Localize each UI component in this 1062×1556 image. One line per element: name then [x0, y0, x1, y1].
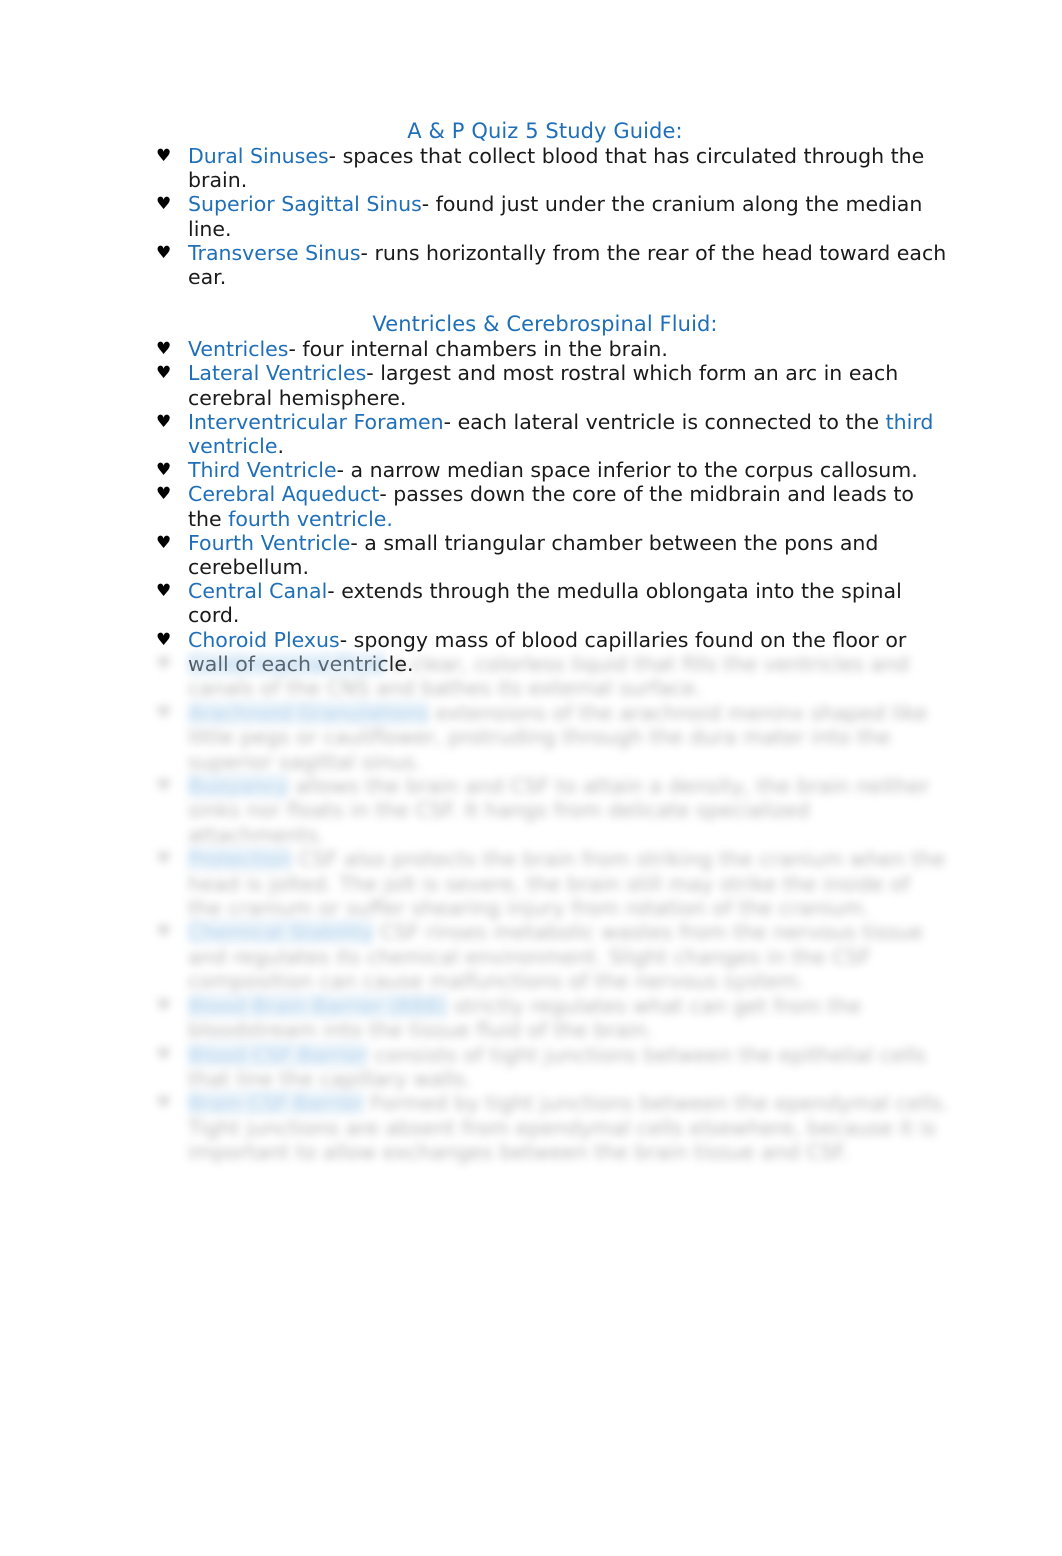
obscured-content-region: ♥ Cerebrospinal Fluid a clear, colorless…	[150, 652, 950, 1165]
heart-bullet-icon: ♥	[156, 411, 172, 432]
term-label: Transverse Sinus	[188, 240, 361, 265]
heart-bullet-icon: ♥	[156, 363, 172, 384]
term-label: Lateral Ventricles	[188, 361, 367, 386]
definition-text: allows the brain and CSF to attain a den…	[188, 774, 930, 847]
list-item: ♥ Blood CSF Barrier consists of tight ju…	[150, 1042, 950, 1092]
list-item: ♥ Ventricles- four internal chambers in …	[150, 337, 950, 361]
term-label: Central Canal	[188, 579, 328, 604]
term-label: Protection	[188, 847, 292, 872]
list-item: ♥ Third Ventricle- a narrow median space…	[150, 458, 950, 482]
list-item: ♥ Arachnoid Granulations extensions of t…	[150, 700, 950, 774]
heart-bullet-icon: ♥	[156, 776, 172, 797]
obscured-list: ♥ Cerebrospinal Fluid a clear, colorless…	[150, 652, 950, 1165]
term-label: Choroid Plexus	[188, 627, 340, 652]
list-item: ♥ Central Canal- extends through the med…	[150, 579, 950, 627]
heart-bullet-icon: ♥	[156, 194, 172, 215]
list-item: ♥ Buoyancy allows the brain and CSF to a…	[150, 774, 950, 847]
section-2-list: ♥ Ventricles- four internal chambers in …	[150, 337, 950, 676]
definition-text: strictly regulates what can get from the…	[188, 993, 862, 1043]
heart-bullet-icon: ♥	[156, 532, 172, 553]
term-label: Dural Sinuses	[188, 144, 329, 168]
heart-bullet-icon: ♥	[156, 922, 172, 943]
definition-text: CSF also protects the brain from strikin…	[188, 847, 946, 921]
list-item: ♥ Protection CSF also protects the brain…	[150, 847, 950, 920]
heart-bullet-icon: ♥	[156, 629, 172, 650]
heart-bullet-icon: ♥	[156, 460, 172, 481]
heart-bullet-icon: ♥	[156, 339, 172, 360]
list-item: ♥ Chemical Stability CSF rinses metaboli…	[150, 920, 950, 993]
heart-bullet-icon: ♥	[156, 146, 172, 166]
list-item: ♥ Lateral Ventricles- largest and most r…	[150, 361, 950, 409]
term-label: Ventricles	[188, 337, 289, 362]
definition-text: CSF rinses metabolic wastes from the ner…	[188, 920, 924, 994]
list-item: ♥ Fourth Ventricle- a small triangular c…	[150, 531, 950, 579]
list-item: ♥ Superior Sagittal Sinus- found just un…	[150, 192, 950, 240]
heart-bullet-icon: ♥	[156, 242, 172, 263]
definition-tail: .	[277, 434, 285, 459]
list-item: ♥ Choroid Plexus- spongy mass of blood c…	[150, 628, 950, 676]
list-item: ♥ Interventricular Foramen- each lateral…	[150, 410, 950, 458]
definition-text: consists of tight junctions between the …	[188, 1042, 926, 1091]
definition-text: - each lateral ventricle is connected to…	[443, 409, 886, 434]
definition-text: extensions of the arachnoid meninx shape…	[188, 700, 928, 774]
heart-bullet-icon: ♥	[156, 484, 172, 505]
definition-text: - four internal chambers in the brain.	[288, 337, 668, 362]
page-title: A & P Quiz 5 Study Guide:	[407, 119, 683, 143]
heart-bullet-icon: ♥	[156, 581, 172, 602]
term-label: Arachnoid Granulations	[188, 700, 430, 725]
heart-bullet-icon: ♥	[156, 1093, 172, 1114]
definition-text: - a narrow median space inferior to the …	[336, 458, 918, 483]
list-item: ♥ Dural Sinuses- spaces that collect blo…	[150, 144, 950, 192]
term-label: Blood CSF Barrier	[188, 1042, 368, 1067]
document-page: A & P Quiz 5 Study Guide: ♥ Dural Sinuse…	[0, 0, 1062, 1556]
term-label: Third Ventricle	[188, 458, 337, 483]
inline-term-link: fourth ventricle.	[228, 506, 393, 531]
term-label: Superior Sagittal Sinus	[188, 192, 422, 217]
term-label: Chemical Stability	[188, 920, 374, 945]
heart-bullet-icon: ♥	[156, 1044, 172, 1065]
term-label: Interventricular Foramen	[188, 409, 444, 434]
definition-text: Formed by tight junctions between the ep…	[188, 1091, 949, 1165]
list-item: ♥ Brain CSF Barrier Formed by tight junc…	[150, 1091, 950, 1164]
term-label: Blood Brain Barrier (BBB)	[188, 993, 448, 1018]
term-label: Buoyancy	[188, 774, 289, 799]
section-1-list: ♥ Dural Sinuses- spaces that collect blo…	[150, 144, 950, 289]
term-label: Brain CSF Barrier	[188, 1091, 364, 1116]
list-item: ♥ Blood Brain Barrier (BBB) strictly reg…	[150, 993, 950, 1043]
term-label: Fourth Ventricle	[188, 530, 351, 555]
section-heading-ventricles: Ventricles & Cerebrospinal Fluid:	[372, 312, 718, 337]
heart-bullet-icon: ♥	[156, 849, 172, 870]
list-item: ♥ Transverse Sinus- runs horizontally fr…	[150, 241, 950, 289]
list-item: ♥ Cerebral Aqueduct- passes down the cor…	[150, 482, 950, 530]
heart-bullet-icon: ♥	[156, 995, 172, 1016]
heart-bullet-icon: ♥	[156, 702, 172, 723]
document-content: A & P Quiz 5 Study Guide: ♥ Dural Sinuse…	[150, 118, 950, 676]
term-label: Cerebral Aqueduct	[188, 482, 380, 507]
